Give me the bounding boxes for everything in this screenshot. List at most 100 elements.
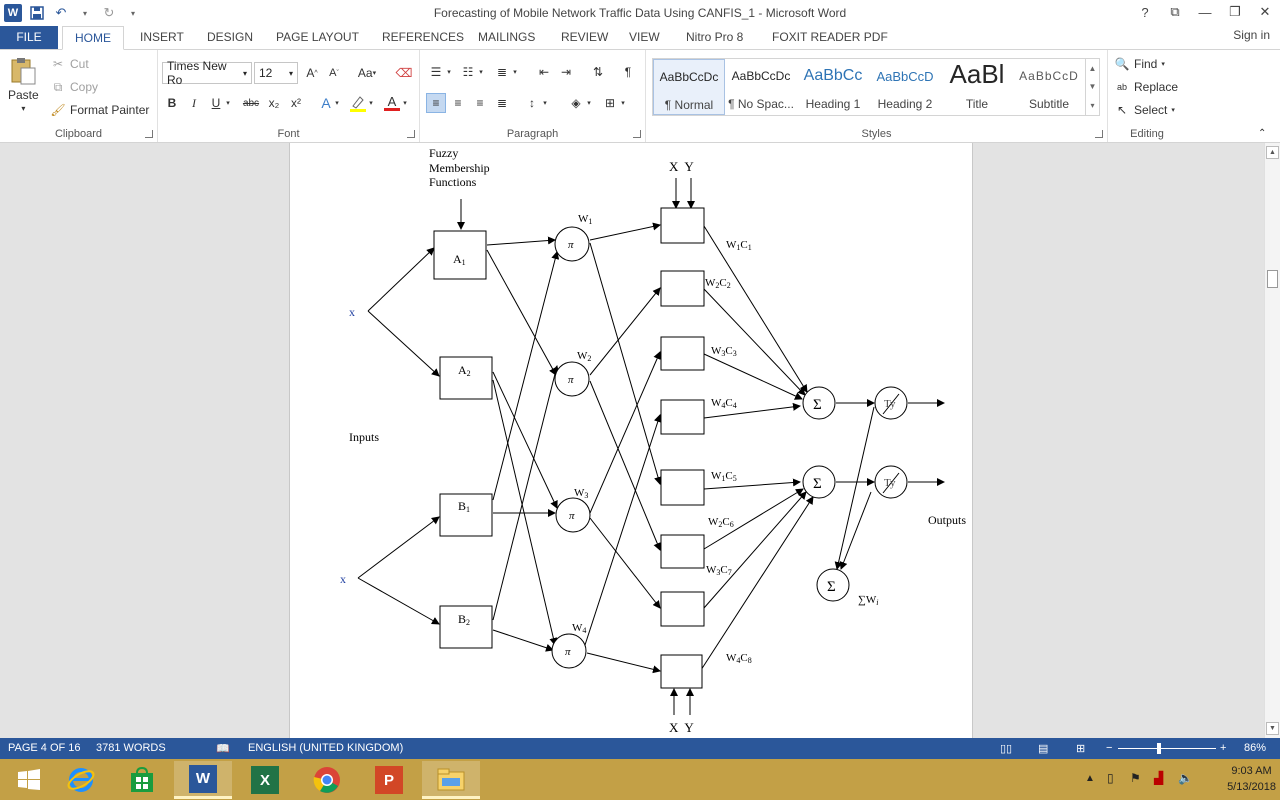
line-spacing-dropdown-icon[interactable]: ▾ xyxy=(540,93,550,113)
align-left-icon[interactable]: ≡ xyxy=(426,93,446,113)
style-heading-2[interactable]: AaBbCcD Heading 2 xyxy=(869,59,941,115)
clipboard-launcher-icon[interactable] xyxy=(145,130,153,138)
shrink-font-button[interactable]: Aˇ xyxy=(324,63,344,83)
more-icon[interactable]: ▾ xyxy=(1090,101,1094,110)
vertical-scrollbar[interactable]: ▲ ▼ xyxy=(1264,143,1280,738)
tab-review[interactable]: REVIEW xyxy=(549,26,620,50)
close-button[interactable]: ✕ xyxy=(1250,0,1280,24)
cut-button[interactable]: ✂ Cut xyxy=(50,56,89,72)
tab-home[interactable]: HOME xyxy=(62,26,124,50)
chrome-taskbar-icon[interactable] xyxy=(298,761,356,799)
action-center-flag-icon[interactable]: ⚑ xyxy=(1130,771,1141,785)
tab-design[interactable]: DESIGN xyxy=(195,26,265,50)
tab-page-layout[interactable]: PAGE LAYOUT xyxy=(264,26,371,50)
style-title[interactable]: AaBl Title xyxy=(941,59,1013,115)
bold-button[interactable]: B xyxy=(162,93,182,113)
sort-icon[interactable]: ⇅ xyxy=(588,62,608,82)
shading-icon[interactable]: ◈ xyxy=(566,93,586,113)
tab-foxit[interactable]: FOXIT READER PDF xyxy=(760,26,900,50)
underline-dropdown-icon[interactable]: ▾ xyxy=(222,93,234,113)
bullets-dropdown-icon[interactable]: ▾ xyxy=(444,62,454,82)
copy-button[interactable]: ⧉ Copy xyxy=(50,79,98,95)
scroll-down-icon[interactable]: ▼ xyxy=(1266,722,1279,735)
zoom-level[interactable]: 86% xyxy=(1244,742,1266,754)
font-name-select[interactable]: Times New Ro ▾ xyxy=(162,59,252,87)
zoom-slider-track[interactable] xyxy=(1118,748,1216,749)
decrease-indent-icon[interactable]: ⇤ xyxy=(534,62,554,82)
sign-in-link[interactable]: Sign in xyxy=(1233,28,1270,42)
collapse-ribbon-icon[interactable]: ⌃ xyxy=(1258,128,1266,139)
ribbon-display-options-icon[interactable]: ⧉ xyxy=(1160,0,1190,24)
tab-file[interactable]: FILE xyxy=(0,26,58,50)
proofing-icon[interactable]: 📖 xyxy=(216,742,230,755)
numbering-dropdown-icon[interactable]: ▾ xyxy=(476,62,486,82)
page-count[interactable]: PAGE 4 OF 16 xyxy=(8,742,81,754)
store-icon[interactable] xyxy=(113,761,171,799)
excel-taskbar-icon[interactable]: X xyxy=(236,761,294,799)
scroll-thumb[interactable] xyxy=(1267,270,1278,288)
volume-icon[interactable]: 🔈 xyxy=(1178,771,1193,785)
internet-explorer-icon[interactable] xyxy=(52,761,110,799)
restore-button[interactable]: ❐ xyxy=(1220,0,1250,24)
word-count[interactable]: 3781 WORDS xyxy=(96,742,166,754)
line-spacing-icon[interactable]: ↕ xyxy=(522,93,542,113)
tray-expand-icon[interactable]: ▲ xyxy=(1085,773,1095,784)
tab-mailings[interactable]: MAILINGS xyxy=(466,26,547,50)
print-layout-icon[interactable]: ▤ xyxy=(1038,742,1048,755)
paste-button[interactable]: Paste ▾ xyxy=(8,56,39,113)
font-color-dropdown-icon[interactable]: ▾ xyxy=(400,93,410,113)
paragraph-launcher-icon[interactable] xyxy=(633,130,641,138)
help-button[interactable]: ? xyxy=(1130,0,1160,24)
find-button[interactable]: 🔍 Find ▾ xyxy=(1114,56,1165,72)
change-case-button[interactable]: Aa ▾ xyxy=(352,63,382,83)
shading-dropdown-icon[interactable]: ▾ xyxy=(584,93,594,113)
font-launcher-icon[interactable] xyxy=(407,130,415,138)
tab-references[interactable]: REFERENCES xyxy=(370,26,476,50)
zoom-slider-thumb[interactable] xyxy=(1157,743,1161,754)
tab-view[interactable]: VIEW xyxy=(617,26,672,50)
highlight-button[interactable] xyxy=(348,93,368,113)
tab-nitro[interactable]: Nitro Pro 8 xyxy=(674,26,755,50)
powerpoint-taskbar-icon[interactable]: P xyxy=(360,761,418,799)
superscript-button[interactable]: x² xyxy=(286,93,306,113)
read-mode-icon[interactable]: ▯▯ xyxy=(1000,742,1012,755)
minimize-button[interactable]: — xyxy=(1190,0,1220,24)
language-indicator[interactable]: ENGLISH (UNITED KINGDOM) xyxy=(248,742,403,754)
file-explorer-taskbar-icon[interactable] xyxy=(422,761,480,799)
multilevel-dropdown-icon[interactable]: ▾ xyxy=(510,62,520,82)
multilevel-list-icon[interactable]: ≣ xyxy=(492,62,512,82)
web-layout-icon[interactable]: ⊞ xyxy=(1076,742,1085,755)
style-no-spacing[interactable]: AaBbCcDc ¶ No Spac... xyxy=(725,59,797,115)
clock[interactable]: 9:03 AM 5/13/2018 xyxy=(1227,763,1276,795)
start-button[interactable] xyxy=(0,761,58,799)
network-icon[interactable]: ▟ xyxy=(1154,771,1163,785)
style-normal[interactable]: AaBbCcDc ¶ Normal xyxy=(653,59,725,115)
device-icon[interactable]: ▯ xyxy=(1107,771,1114,785)
highlight-dropdown-icon[interactable]: ▾ xyxy=(366,93,376,113)
styles-launcher-icon[interactable] xyxy=(1095,130,1103,138)
tab-insert[interactable]: INSERT xyxy=(128,26,196,50)
show-marks-button[interactable]: ¶ xyxy=(618,62,638,82)
borders-icon[interactable]: ⊞ xyxy=(600,93,620,113)
justify-icon[interactable]: ≣ xyxy=(492,93,512,113)
clear-formatting-icon[interactable]: ⌫ xyxy=(394,63,414,83)
numbering-icon[interactable]: ☷ xyxy=(458,62,478,82)
zoom-in-button[interactable]: + xyxy=(1220,742,1226,754)
increase-indent-icon[interactable]: ⇥ xyxy=(556,62,576,82)
style-heading-1[interactable]: AaBbCc Heading 1 xyxy=(797,59,869,115)
replace-button[interactable]: ab Replace xyxy=(1114,79,1178,95)
document-page[interactable]: Fuzzy Membership Functions x x Inputs Ou… xyxy=(289,143,973,738)
scroll-up-icon[interactable]: ▲ xyxy=(1266,146,1279,159)
bullets-icon[interactable]: ☰ xyxy=(426,62,446,82)
paste-dropdown-icon[interactable]: ▾ xyxy=(21,104,25,113)
grow-font-button[interactable]: A ^ xyxy=(302,63,322,83)
font-size-select[interactable]: 12 ▾ xyxy=(254,62,298,84)
select-button[interactable]: ↖ Select ▾ xyxy=(1114,102,1175,118)
chevron-down-icon[interactable]: ▼ xyxy=(1089,82,1097,91)
strikethrough-button[interactable]: abc xyxy=(238,93,264,113)
word-taskbar-icon[interactable]: W xyxy=(174,761,232,799)
align-center-icon[interactable]: ≡ xyxy=(448,93,468,113)
font-color-button[interactable]: A xyxy=(382,93,402,113)
style-subtitle[interactable]: AaBbCcD Subtitle xyxy=(1013,59,1085,115)
italic-button[interactable]: I xyxy=(184,93,204,113)
